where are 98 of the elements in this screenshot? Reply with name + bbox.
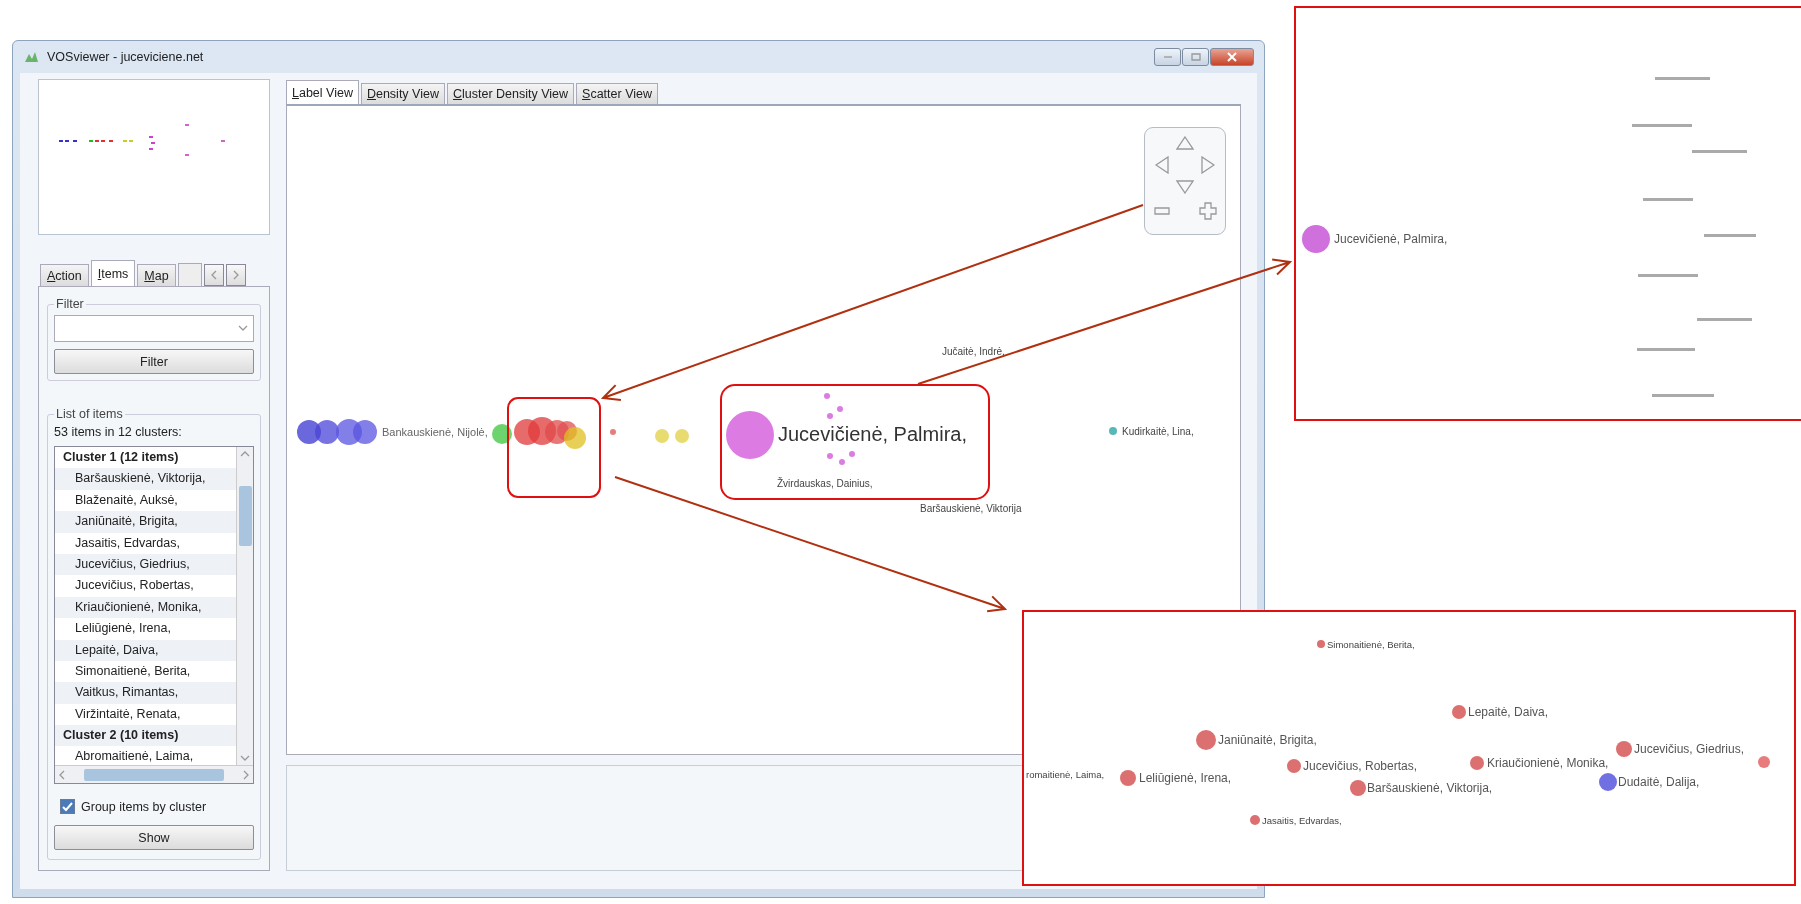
list-item[interactable]: Jucevičius, Robertas, (55, 575, 236, 597)
group-title: Filter (55, 297, 85, 311)
scroll-left-button[interactable] (203, 264, 224, 286)
node-label: Žvirdauskas, Dainius, (777, 477, 873, 489)
list-item[interactable]: Blaženaitė, Auksė, (55, 489, 236, 512)
scroll-right-button[interactable] (225, 264, 246, 286)
vertical-scrollbar[interactable] (236, 447, 253, 765)
node-bubble (726, 411, 774, 459)
node-bubble (1599, 773, 1617, 791)
list-item[interactable]: Kriaučionienė, Monika, (55, 596, 236, 619)
node-label: Jučaitė, Indrė, (942, 345, 1005, 357)
checkbox[interactable] (60, 799, 75, 814)
panel-tab[interactable]: Items (90, 260, 136, 286)
node-bubble (1302, 225, 1330, 253)
show-button[interactable]: Show (54, 825, 254, 850)
node-bubble (1317, 640, 1325, 648)
view-tab[interactable]: Cluster Density View (446, 83, 575, 104)
node-bubble (492, 424, 512, 444)
node-bubble (675, 429, 689, 443)
node-bubble (1470, 756, 1484, 770)
list-item[interactable]: Jasaitis, Edvardas, (55, 532, 236, 554)
node-label: Jucevičienė, Palmira, (778, 422, 967, 446)
pan-up-icon[interactable] (1176, 136, 1194, 150)
item-count: 53 items in 12 clusters: (54, 425, 183, 439)
view-tab[interactable]: Density View (360, 83, 445, 104)
window-title: VOSviewer - juceviciene.net (47, 50, 205, 64)
app-icon (23, 50, 39, 64)
node-bubble (1250, 815, 1260, 825)
scroll-thumb[interactable] (238, 486, 252, 546)
zoom-out-icon[interactable] (1154, 207, 1171, 215)
cluster-header[interactable]: Cluster 2 (10 items) (55, 725, 236, 747)
list-item[interactable]: Abromaitienė, Laima, (55, 746, 236, 765)
chevron-right-icon (231, 270, 240, 280)
panel-tab[interactable]: Action (40, 264, 89, 286)
minimize-button[interactable] (1154, 48, 1181, 66)
view-tab[interactable]: Scatter View (576, 83, 658, 104)
list-item[interactable]: Leliūgienė, Irena, (55, 618, 236, 640)
list-item[interactable]: Baršauskienė, Viktorija, (55, 468, 236, 490)
panel-tab[interactable]: Map (137, 264, 176, 286)
filter-button[interactable]: Filter (54, 349, 254, 374)
partial-tab[interactable] (177, 263, 202, 286)
cluster-header[interactable]: Cluster 1 (12 items) (55, 447, 236, 469)
node-bubble (1287, 759, 1301, 773)
node-bubble (1120, 770, 1136, 786)
node-label: Kudirkaitė, Lina, (1122, 425, 1194, 437)
node-bubble (1452, 705, 1466, 719)
node-bubble (1616, 741, 1632, 757)
node-label: Simonaitienė, Berita, (1327, 638, 1415, 650)
node-label: Jucevičius, Robertas, (1303, 759, 1418, 773)
node-label: Baršauskienė, Viktorija (920, 502, 1022, 514)
chevron-up-icon (240, 450, 250, 457)
close-button[interactable] (1210, 48, 1254, 66)
node-bubble (353, 420, 377, 444)
scroll-thumb[interactable] (84, 768, 224, 781)
node-bubble (1758, 756, 1770, 768)
pan-down-icon[interactable] (1176, 180, 1194, 194)
horizontal-scrollbar[interactable] (55, 765, 253, 783)
node-label: Bankauskienė, Nijolė, (382, 426, 488, 438)
node-bubble (1109, 427, 1117, 435)
chevron-right-icon (243, 769, 250, 780)
chevron-left-icon (209, 270, 218, 280)
caret-down-icon (238, 325, 248, 332)
group-title: List of items (55, 407, 124, 421)
maximize-icon (1190, 53, 1201, 61)
node-label: Kriaučionienė, Monika, (1487, 756, 1609, 770)
list-item[interactable]: Simonaitienė, Berita, (55, 660, 236, 683)
node-bubble (824, 393, 830, 399)
node-bubble (564, 427, 586, 449)
node-label: Dudaitė, Dalija, (1618, 775, 1700, 789)
pan-right-icon[interactable] (1200, 156, 1215, 174)
list-item[interactable]: Viržintaitė, Renata, (55, 703, 236, 726)
checkbox-label: Group items by cluster (81, 799, 207, 814)
node-bubble (315, 420, 339, 444)
node-bubble (655, 429, 669, 443)
zoom-in-icon[interactable] (1198, 202, 1217, 220)
chevron-left-icon (58, 769, 65, 780)
node-label: Leliūgienė, Irena, (1139, 771, 1232, 785)
node-label: Jucevičienė, Palmira, (1334, 232, 1448, 246)
filter-dropdown[interactable] (54, 315, 254, 342)
node-label: Baršauskienė, Viktorija, (1367, 781, 1493, 795)
list-item[interactable]: Jucevičius, Giedrius, (55, 553, 236, 576)
chevron-down-icon (240, 755, 250, 762)
node-bubble (1350, 780, 1366, 796)
list-item[interactable]: Vaitkus, Rimantas, (55, 682, 236, 704)
minimize-icon (1162, 55, 1173, 59)
pan-left-icon[interactable] (1155, 156, 1170, 174)
node-bubble (610, 429, 616, 435)
node-label: Jasaitis, Edvardas, (1262, 814, 1342, 826)
maximize-button[interactable] (1182, 48, 1209, 66)
close-icon[interactable] (1227, 52, 1237, 62)
list-item[interactable]: Lepaitė, Daiva, (55, 639, 236, 661)
node-label: romaitienė, Laima, (1026, 768, 1105, 780)
node-bubble (1196, 730, 1216, 750)
view-tab[interactable]: Label View (286, 80, 359, 104)
node-label: Lepaitė, Daiva, (1468, 705, 1549, 719)
list-item[interactable]: Janiūnaitė, Brigita, (55, 511, 236, 533)
node-label: Jucevičius, Giedrius, (1634, 742, 1745, 756)
node-label: Janiūnaitė, Brigita, (1218, 733, 1317, 747)
